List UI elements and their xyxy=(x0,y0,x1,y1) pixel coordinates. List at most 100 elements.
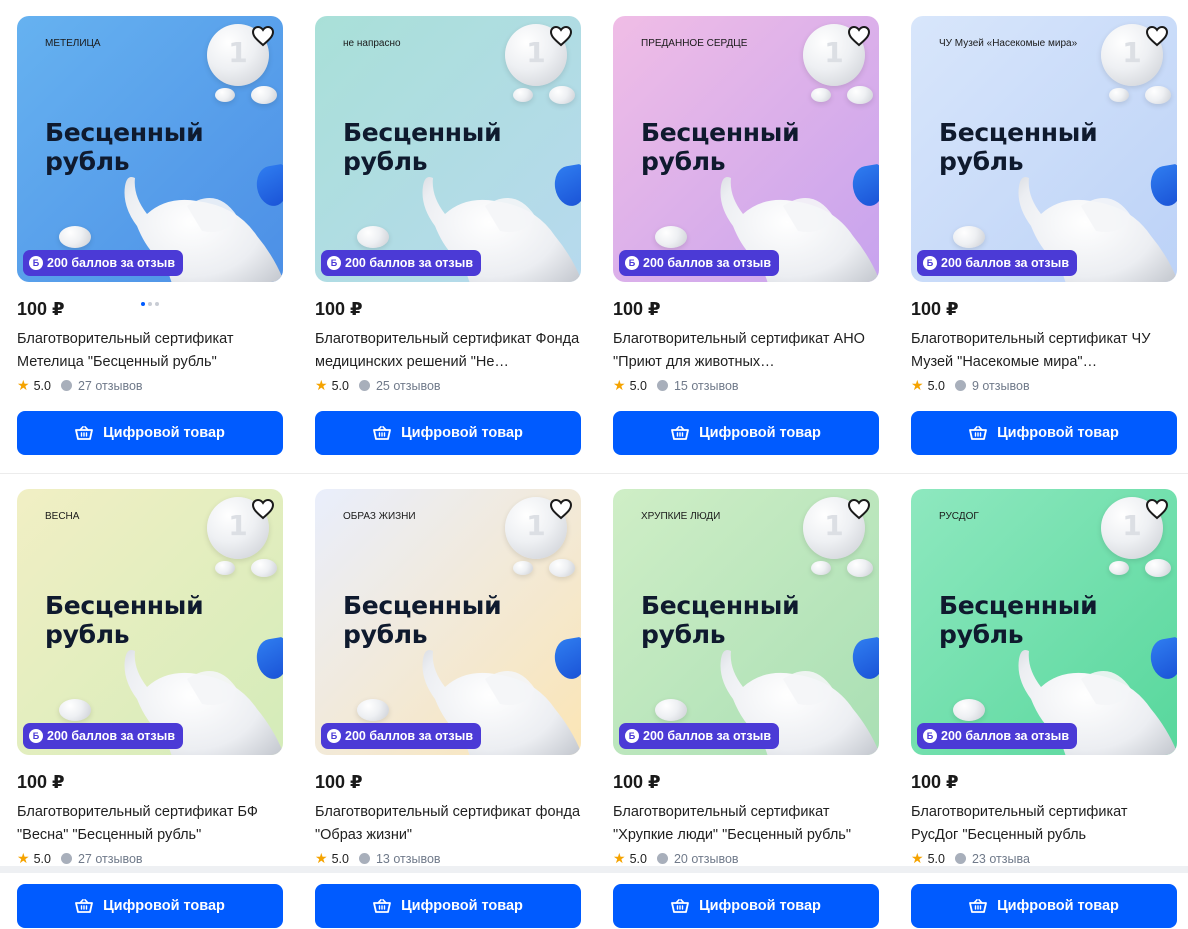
badge-text: 200 баллов за отзыв xyxy=(941,729,1070,743)
comment-icon xyxy=(656,380,668,391)
badge-text: 200 баллов за отзыв xyxy=(47,256,176,270)
product-grid: МЕТЕЛИЦАБесценный рубльБ200 баллов за от… xyxy=(0,0,1188,928)
product-price: 100 ₽ xyxy=(911,772,959,792)
favorite-heart-icon[interactable] xyxy=(251,24,275,48)
reviews-link[interactable]: 27 отзывов xyxy=(78,379,143,393)
product-price: 100 ₽ xyxy=(613,299,661,319)
favorite-heart-icon[interactable] xyxy=(549,497,573,521)
favorite-heart-icon[interactable] xyxy=(1145,24,1169,48)
points-icon: Б xyxy=(29,256,43,270)
favorite-heart-icon[interactable] xyxy=(1145,497,1169,521)
product-name-link[interactable]: Благотворительный сертификат БФ "Весна" … xyxy=(17,801,283,847)
review-points-badge: Б 200 баллов за отзыв xyxy=(23,723,184,749)
product-image[interactable]: ХРУПКИЕ ЛЮДИБесценный рубльБ200 баллов з… xyxy=(613,489,879,755)
reviews-link[interactable]: 15 отзывов xyxy=(674,379,739,393)
product-price: 100 ₽ xyxy=(315,772,363,792)
product-price: 100 ₽ xyxy=(315,299,363,319)
product-image[interactable]: ЧУ Музей «Насекомые мира»Бесценный рубль… xyxy=(911,16,1177,282)
coin-image xyxy=(59,699,91,721)
favorite-heart-icon[interactable] xyxy=(549,24,573,48)
rating-value: 5.0 xyxy=(331,851,349,866)
basket-icon xyxy=(373,899,391,913)
product-price: 100 ₽ xyxy=(911,299,959,319)
bottom-scroll-area xyxy=(0,866,1188,873)
reviews-link[interactable]: 23 отзыва xyxy=(972,852,1030,866)
reviews-link[interactable]: 27 отзывов xyxy=(78,852,143,866)
product-name-link[interactable]: Благотворительный сертификат ЧУ Музей "Н… xyxy=(911,328,1177,374)
product-name-link[interactable]: Благотворительный сертификат Фонда медиц… xyxy=(315,328,581,374)
button-label: Цифровой товар xyxy=(997,898,1119,914)
comment-icon xyxy=(60,853,72,864)
basket-icon xyxy=(671,426,689,440)
digital-product-button[interactable]: Цифровой товар xyxy=(613,411,879,455)
product-name-link[interactable]: Благотворительный сертификат фонда "Обра… xyxy=(315,801,581,847)
coin-image xyxy=(953,226,985,248)
product-name-link[interactable]: Благотворительный сертификат АНО "Приют … xyxy=(613,328,879,374)
review-points-badge: Б 200 баллов за отзыв xyxy=(619,250,780,276)
rating-row: ★ 5.0 20 отзывов xyxy=(613,850,739,867)
comment-icon xyxy=(358,380,370,391)
product-card[interactable]: не напрасноБесценный рубльБ200 баллов за… xyxy=(315,16,581,456)
product-image[interactable]: ОБРАЗ ЖИЗНИБесценный рубльБ200 баллов за… xyxy=(315,489,581,755)
favorite-heart-icon[interactable] xyxy=(847,24,871,48)
digital-product-button[interactable]: Цифровой товар xyxy=(17,884,283,928)
reviews-link[interactable]: 20 отзывов xyxy=(674,852,739,866)
points-icon: Б xyxy=(625,256,639,270)
coin-image xyxy=(847,559,873,577)
org-logo: ВЕСНА xyxy=(45,511,80,522)
reviews-link[interactable]: 9 отзывов xyxy=(972,379,1030,393)
digital-product-button[interactable]: Цифровой товар xyxy=(613,884,879,928)
rating-value: 5.0 xyxy=(33,378,51,393)
product-card[interactable]: ОБРАЗ ЖИЗНИБесценный рубльБ200 баллов за… xyxy=(315,489,581,929)
carousel-dot[interactable] xyxy=(141,302,145,306)
digital-product-button[interactable]: Цифровой товар xyxy=(911,411,1177,455)
badge-text: 200 баллов за отзыв xyxy=(345,729,474,743)
coin-image xyxy=(549,559,575,577)
product-image[interactable]: РУСДОГБесценный рубльБ200 баллов за отзы… xyxy=(911,489,1177,755)
reviews-link[interactable]: 25 отзывов xyxy=(376,379,441,393)
rating-value: 5.0 xyxy=(629,851,647,866)
product-card[interactable]: ХРУПКИЕ ЛЮДИБесценный рубльБ200 баллов з… xyxy=(613,489,879,929)
product-name-link[interactable]: Благотворительный сертификат "Хрупкие лю… xyxy=(613,801,879,847)
product-card[interactable]: ПРЕДАННОЕ СЕРДЦЕБесценный рубльБ200 балл… xyxy=(613,16,879,456)
org-logo: ЧУ Музей «Насекомые мира» xyxy=(939,38,1078,49)
org-logo: ХРУПКИЕ ЛЮДИ xyxy=(641,511,721,522)
digital-product-button[interactable]: Цифровой товар xyxy=(315,411,581,455)
review-points-badge: Б 200 баллов за отзыв xyxy=(23,250,184,276)
review-points-badge: Б 200 баллов за отзыв xyxy=(917,250,1078,276)
points-icon: Б xyxy=(923,256,937,270)
product-price: 100 ₽ xyxy=(17,772,65,792)
product-image[interactable]: МЕТЕЛИЦАБесценный рубльБ200 баллов за от… xyxy=(17,16,283,282)
coin-image xyxy=(357,699,389,721)
product-name-link[interactable]: Благотворительный сертификат Метелица "Б… xyxy=(17,328,283,374)
image-carousel-dots[interactable] xyxy=(141,302,159,306)
coin-image xyxy=(1109,88,1129,102)
product-card[interactable]: ВЕСНАБесценный рубльБ200 баллов за отзыв… xyxy=(17,489,283,929)
carousel-dot[interactable] xyxy=(148,302,152,306)
product-image[interactable]: не напрасноБесценный рубльБ200 баллов за… xyxy=(315,16,581,282)
star-icon: ★ xyxy=(911,850,924,866)
rating-row: ★ 5.0 25 отзывов xyxy=(315,377,441,394)
product-image[interactable]: ПРЕДАННОЕ СЕРДЦЕБесценный рубльБ200 балл… xyxy=(613,16,879,282)
coin-image xyxy=(251,559,277,577)
digital-product-button[interactable]: Цифровой товар xyxy=(17,411,283,455)
star-icon: ★ xyxy=(911,377,924,393)
digital-product-button[interactable]: Цифровой товар xyxy=(315,884,581,928)
carousel-dot[interactable] xyxy=(155,302,159,306)
product-image[interactable]: ВЕСНАБесценный рубльБ200 баллов за отзыв xyxy=(17,489,283,755)
rating-row: ★ 5.0 13 отзывов xyxy=(315,850,441,867)
coin-image xyxy=(811,88,831,102)
org-logo: ОБРАЗ ЖИЗНИ xyxy=(343,511,416,522)
favorite-heart-icon[interactable] xyxy=(847,497,871,521)
button-label: Цифровой товар xyxy=(699,425,821,441)
rating-row: ★ 5.0 23 отзыва xyxy=(911,850,1030,867)
product-card[interactable]: МЕТЕЛИЦАБесценный рубльБ200 баллов за от… xyxy=(17,16,283,456)
product-name-link[interactable]: Благотворительный сертификат РусДог "Бес… xyxy=(911,801,1177,847)
product-card[interactable]: ЧУ Музей «Насекомые мира»Бесценный рубль… xyxy=(911,16,1177,456)
favorite-heart-icon[interactable] xyxy=(251,497,275,521)
points-icon: Б xyxy=(29,729,43,743)
row-divider xyxy=(0,473,1188,474)
product-card[interactable]: РУСДОГБесценный рубльБ200 баллов за отзы… xyxy=(911,489,1177,929)
digital-product-button[interactable]: Цифровой товар xyxy=(911,884,1177,928)
reviews-link[interactable]: 13 отзывов xyxy=(376,852,441,866)
